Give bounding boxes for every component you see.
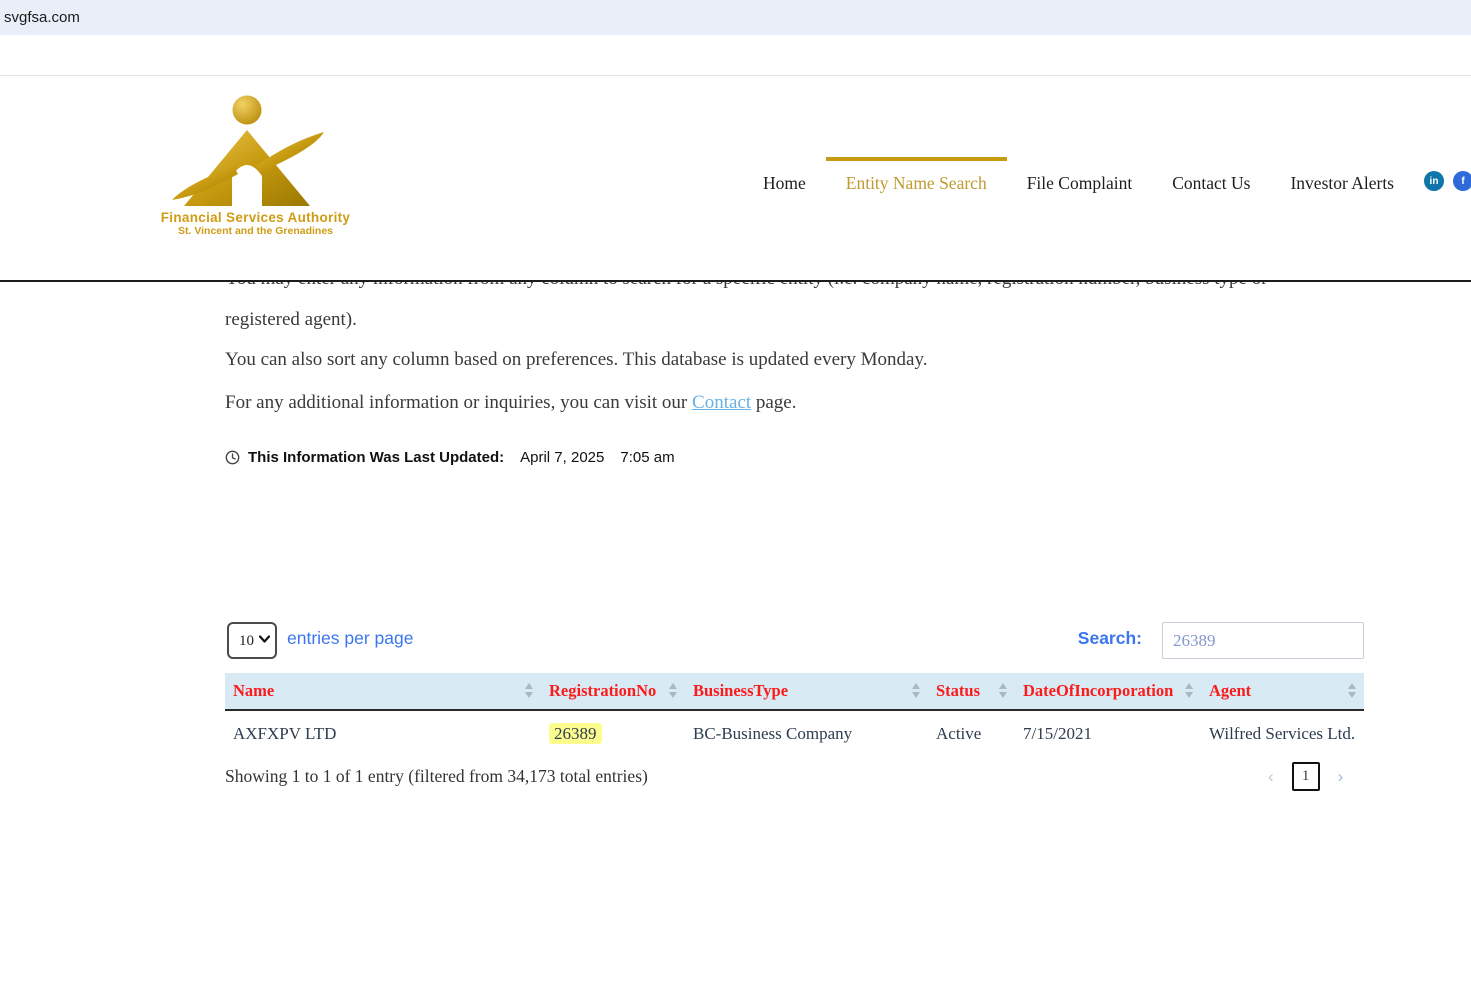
page-number-button[interactable]: 1	[1292, 762, 1320, 791]
sort-icon[interactable]	[525, 683, 534, 699]
main-nav: Home Entity Name Search File Complaint C…	[763, 173, 1394, 194]
column-header-name[interactable]: Name	[225, 673, 541, 710]
linkedin-icon[interactable]: in	[1424, 171, 1444, 191]
cell-name: AXFXPV LTD	[225, 710, 541, 756]
last-updated-date: April 7, 2025	[520, 449, 604, 466]
cell-registrationno: 26389	[541, 710, 685, 756]
cell-businesstype: BC-Business Company	[685, 710, 928, 756]
social-links: in f	[1424, 171, 1471, 191]
page: You may enter any information from any c…	[0, 0, 1471, 984]
logo-subtitle: St. Vincent and the Grenadines	[158, 225, 353, 237]
sort-icon[interactable]	[1348, 683, 1357, 699]
last-updated-label: This Information Was Last Updated:	[248, 449, 504, 466]
nav-item-home[interactable]: Home	[763, 173, 806, 194]
search-match-highlight: 26389	[549, 723, 602, 744]
site-logo[interactable]: Financial Services Authority St. Vincent…	[158, 90, 353, 240]
column-header-dateofincorporation[interactable]: DateOfIncorporation	[1015, 673, 1201, 710]
nav-item-file-complaint[interactable]: File Complaint	[1027, 173, 1133, 194]
nav-item-contact-us[interactable]: Contact Us	[1172, 173, 1250, 194]
showing-entries-text: Showing 1 to 1 of 1 entry (filtered from…	[225, 766, 648, 787]
cell-status: Active	[928, 710, 1015, 756]
browser-url-bar[interactable]: svgfsa.com	[0, 0, 1471, 35]
entries-select-wrap: 10	[227, 622, 277, 659]
table-row: AXFXPV LTD 26389 BC-Business Company Act…	[225, 710, 1364, 756]
search-label: Search:	[1078, 628, 1142, 649]
column-header-businesstype[interactable]: BusinessType	[685, 673, 928, 710]
intro-paragraph-2: You can also sort any column based on pr…	[225, 345, 1337, 375]
previous-page-icon[interactable]: ‹	[1268, 767, 1274, 787]
nav-item-entity-name-search[interactable]: Entity Name Search	[846, 173, 987, 194]
fsa-logo-icon	[158, 90, 353, 210]
next-page-icon[interactable]: ›	[1338, 767, 1344, 787]
facebook-icon[interactable]: f	[1453, 171, 1471, 191]
site-header: Financial Services Authority St. Vincent…	[0, 35, 1471, 282]
cell-agent: Wilfred Services Ltd.	[1201, 710, 1364, 756]
sort-icon[interactable]	[1185, 683, 1194, 699]
sort-icon[interactable]	[999, 683, 1008, 699]
cell-dateofincorporation: 7/15/2021	[1015, 710, 1201, 756]
intro-paragraph-3-tail: page.	[751, 392, 796, 413]
last-updated-row: This Information Was Last Updated: April…	[225, 449, 675, 466]
entries-per-page-label: entries per page	[287, 628, 413, 649]
url-text: svgfsa.com	[4, 0, 80, 35]
entity-results-table: Name RegistrationNo BusinessType Status …	[225, 673, 1364, 756]
sort-icon[interactable]	[669, 683, 678, 699]
header-divider	[0, 75, 1471, 76]
last-updated-time: 7:05 am	[620, 449, 674, 466]
column-header-status[interactable]: Status	[928, 673, 1015, 710]
search-input[interactable]	[1162, 622, 1364, 659]
column-header-registrationno[interactable]: RegistrationNo	[541, 673, 685, 710]
nav-item-investor-alerts[interactable]: Investor Alerts	[1290, 173, 1394, 194]
column-header-agent[interactable]: Agent	[1201, 673, 1364, 710]
table-header-row: Name RegistrationNo BusinessType Status …	[225, 673, 1364, 710]
pagination: ‹ 1 ›	[1268, 762, 1343, 791]
entries-per-page-select[interactable]: 10	[227, 622, 277, 659]
intro-paragraph-3-text: For any additional information or inquir…	[225, 392, 692, 413]
table-controls: 10 entries per page Search:	[225, 620, 1364, 660]
contact-link[interactable]: Contact	[692, 392, 751, 413]
sort-icon[interactable]	[912, 683, 921, 699]
clock-icon	[225, 450, 240, 465]
logo-title: Financial Services Authority	[158, 210, 353, 225]
intro-paragraph-3: For any additional information or inquir…	[225, 388, 1337, 418]
